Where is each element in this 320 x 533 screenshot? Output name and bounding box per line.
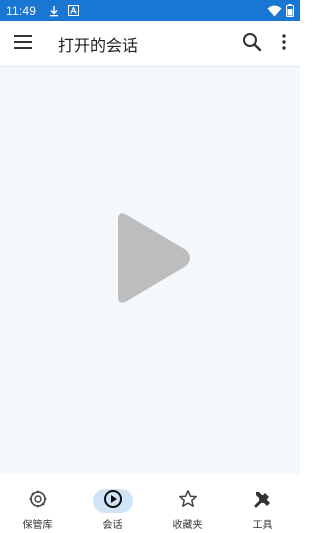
search-button[interactable] xyxy=(236,21,268,67)
empty-sessions-area xyxy=(0,67,300,474)
play-circle-icon xyxy=(103,489,123,513)
status-time: 11:49 xyxy=(6,3,37,18)
tools-icon xyxy=(253,489,273,513)
menu-icon xyxy=(13,34,33,54)
nav-label-vault: 保管库 xyxy=(22,520,53,531)
app-bar: 打开的会话 xyxy=(0,21,300,67)
menu-button[interactable] xyxy=(0,21,46,67)
play-icon xyxy=(114,210,192,306)
page-title: 打开的会话 xyxy=(58,35,139,55)
nav-icon-wrap xyxy=(168,489,208,513)
more-options-button[interactable] xyxy=(268,21,300,67)
search-icon xyxy=(242,32,262,56)
nav-icon-wrap xyxy=(92,489,133,513)
more-vert-icon xyxy=(281,33,287,54)
vault-icon xyxy=(28,489,48,513)
nav-icon-wrap xyxy=(18,489,58,513)
app-a-icon xyxy=(68,5,80,16)
nav-item-tools[interactable]: 工具 xyxy=(225,474,300,533)
nav-item-sessions[interactable]: 会话 xyxy=(75,474,150,533)
download-icon xyxy=(48,5,60,17)
nav-item-favorites[interactable]: 收藏夹 xyxy=(150,474,225,533)
status-bar: 11:49 xyxy=(0,0,300,21)
nav-item-vault[interactable]: 保管库 xyxy=(0,474,75,533)
star-icon xyxy=(178,489,198,513)
wifi-icon xyxy=(267,5,282,17)
nav-label-sessions: 会话 xyxy=(102,520,123,531)
nav-icon-wrap xyxy=(243,489,283,513)
battery-icon xyxy=(286,4,294,17)
bottom-nav: 保管库 会话 收藏夹 工具 xyxy=(0,474,300,533)
nav-label-favorites: 收藏夹 xyxy=(172,520,203,531)
nav-label-tools: 工具 xyxy=(252,520,273,531)
